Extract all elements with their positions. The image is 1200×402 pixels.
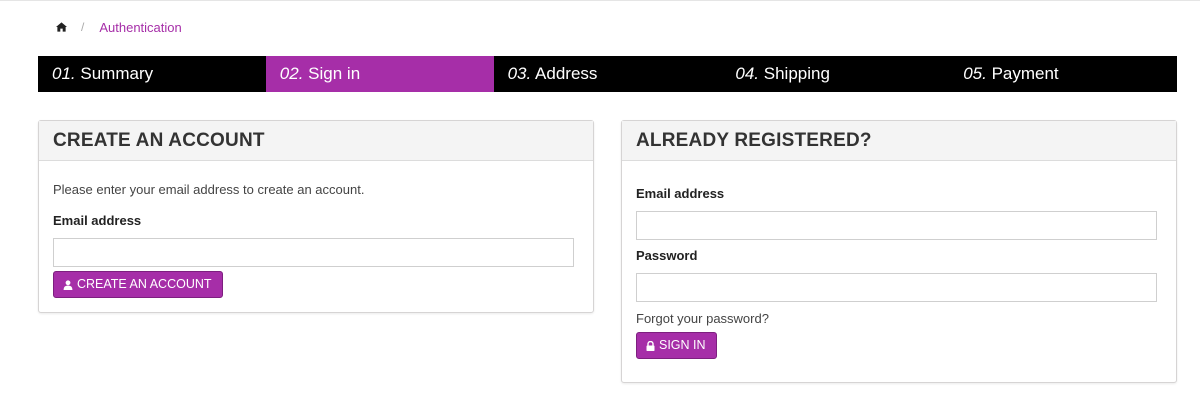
create-account-intro: Please enter your email address to creat…	[53, 182, 365, 197]
step-label: Sign in	[308, 64, 361, 83]
login-panel: ALREADY REGISTERED? Email address Passwo…	[621, 120, 1177, 383]
step-number: 05.	[963, 64, 987, 83]
step-label: Shipping	[763, 64, 830, 83]
step-number: 01.	[52, 64, 76, 83]
step-payment[interactable]: 05. Payment	[949, 56, 1177, 92]
step-label: Summary	[80, 64, 154, 83]
password-label: Password	[636, 248, 698, 263]
step-address[interactable]: 03. Address	[494, 56, 722, 92]
forgot-password-link[interactable]: Forgot your password?	[636, 311, 769, 326]
step-shipping[interactable]: 04. Shipping	[721, 56, 949, 92]
sign-in-button-label: SIGN IN	[659, 338, 706, 352]
sign-in-button[interactable]: SIGN IN	[636, 332, 717, 359]
login-title: ALREADY REGISTERED?	[622, 121, 1176, 161]
step-label: Address	[535, 64, 598, 83]
breadcrumb: / Authentication	[56, 18, 182, 36]
create-email-label: Email address	[53, 213, 142, 228]
create-account-title: CREATE AN ACCOUNT	[39, 121, 593, 161]
step-sign-in[interactable]: 02. Sign in	[265, 56, 494, 92]
top-divider	[0, 0, 1200, 1]
create-account-button[interactable]: CREATE AN ACCOUNT	[53, 271, 223, 298]
step-number: 03.	[507, 64, 532, 83]
step-number: 04.	[735, 64, 760, 83]
login-email-input[interactable]	[636, 211, 1157, 240]
breadcrumb-current: Authentication	[99, 19, 182, 35]
create-account-panel: CREATE AN ACCOUNT Please enter your emai…	[38, 120, 594, 313]
user-icon	[63, 279, 73, 290]
create-account-button-label: CREATE AN ACCOUNT	[77, 277, 212, 291]
create-email-input[interactable]	[53, 238, 574, 267]
step-number: 02.	[279, 64, 304, 83]
lock-icon	[646, 340, 655, 351]
password-input[interactable]	[636, 273, 1157, 302]
step-label: Payment	[991, 64, 1059, 83]
breadcrumb-separator: /	[81, 20, 85, 34]
home-icon[interactable]	[56, 22, 67, 32]
step-summary[interactable]: 01. Summary	[38, 56, 266, 92]
checkout-steps: 01. Summary 02. Sign in 03. Address 04. …	[38, 56, 1177, 92]
login-email-label: Email address	[636, 186, 725, 201]
